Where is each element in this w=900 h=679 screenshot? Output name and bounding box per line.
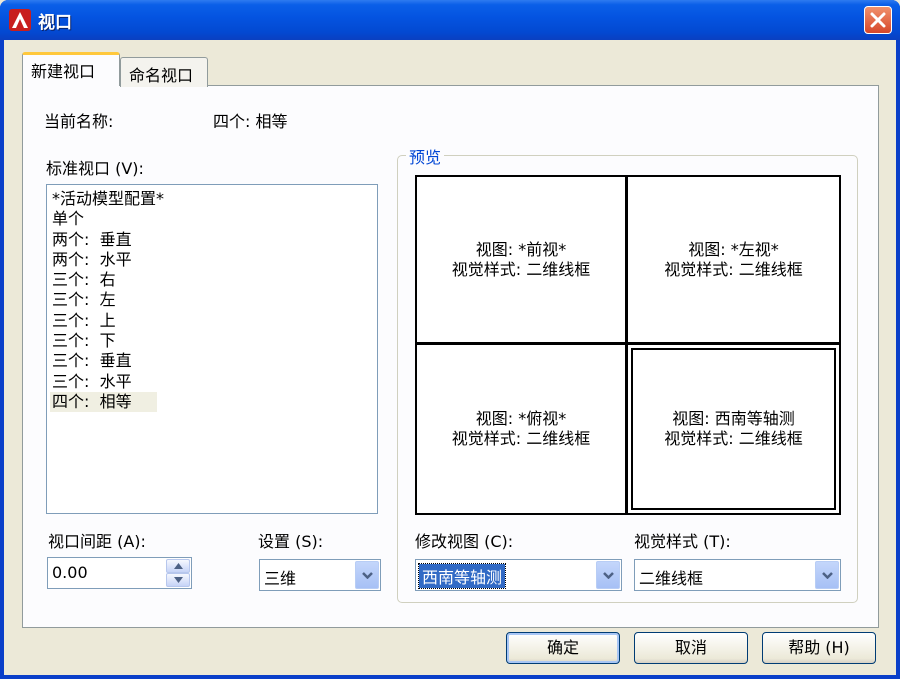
spacing-value: 0.00 — [52, 563, 88, 582]
preview-pane[interactable]: 视图: *前视* 视觉样式: 二维线框 — [417, 177, 625, 342]
preview-pane[interactable]: 视图: *俯视* 视觉样式: 二维线框 — [417, 345, 625, 513]
pane-style-label: 视觉样式: 二维线框 — [664, 429, 803, 448]
visual-style-value: 二维线框 — [639, 569, 704, 588]
setup-select[interactable]: 三维 — [259, 559, 381, 591]
chevron-down-icon — [822, 572, 833, 579]
tab-named-viewports[interactable]: 命名视口 — [120, 57, 208, 87]
visual-style-label: 视觉样式 (T): — [634, 532, 731, 551]
list-item[interactable]: 两个: 垂直 — [50, 230, 374, 250]
autocad-icon — [9, 9, 31, 31]
current-name-value: 四个: 相等 — [213, 112, 288, 131]
list-item-selected[interactable]: 四个: 相等 — [50, 391, 157, 413]
viewports-dialog: 视口 新建视口 命名视口 当前名称: 四个: 相等 标准视口 (V): *活动模… — [0, 0, 900, 679]
preview-pane-active[interactable]: 视图: 西南等轴测 视觉样式: 二维线框 — [628, 345, 839, 513]
list-item[interactable]: 三个: 上 — [50, 311, 374, 331]
standard-viewports-label: 标准视口 (V): — [46, 159, 144, 178]
preview-legend: 预览 — [406, 144, 445, 168]
list-item[interactable]: 三个: 下 — [50, 331, 374, 351]
preview-pane[interactable]: 视图: *左视* 视觉样式: 二维线框 — [628, 177, 839, 342]
pane-view-label: 视图: *左视* — [688, 239, 779, 259]
close-icon — [870, 12, 886, 28]
viewport-spacing-input[interactable]: 0.00 — [47, 557, 192, 589]
pane-style-label: 视觉样式: 二维线框 — [451, 259, 591, 279]
pane-view-label: 视图: 西南等轴测 — [672, 409, 795, 428]
list-item[interactable]: 两个: 水平 — [50, 250, 374, 270]
setup-label: 设置 (S): — [258, 532, 324, 551]
arrow-up-icon — [174, 563, 183, 569]
pane-view-label: 视图: *俯视* — [475, 409, 567, 428]
dropdown-button[interactable] — [815, 561, 839, 589]
spin-up-button[interactable] — [166, 559, 190, 573]
list-item[interactable]: 三个: 右 — [50, 270, 374, 290]
cancel-button[interactable]: 取消 — [634, 632, 748, 664]
standard-viewports-list[interactable]: *活动模型配置* 单个 两个: 垂直 两个: 水平 三个: 右 三个: 左 三个… — [46, 184, 378, 514]
change-view-label: 修改视图 (C): — [415, 532, 514, 551]
dialog-body: 新建视口 命名视口 当前名称: 四个: 相等 标准视口 (V): *活动模型配置… — [4, 40, 896, 675]
setup-value: 三维 — [264, 569, 297, 588]
current-name-label: 当前名称: — [44, 112, 114, 131]
pane-view-label: 视图: *前视* — [475, 239, 567, 259]
change-view-select[interactable]: 西南等轴测 — [415, 559, 622, 591]
list-item[interactable]: 单个 — [50, 209, 374, 229]
viewport-spacing-label: 视口间距 (A): — [48, 532, 146, 551]
list-item[interactable]: *活动模型配置* — [50, 189, 374, 209]
tab-new-viewports[interactable]: 新建视口 — [22, 52, 120, 86]
visual-style-select[interactable]: 二维线框 — [634, 559, 841, 591]
chevron-down-icon — [362, 572, 373, 579]
title-bar[interactable]: 视口 — [0, 0, 900, 40]
change-view-value: 西南等轴测 — [417, 563, 507, 589]
chevron-down-icon — [603, 572, 614, 579]
close-button[interactable] — [864, 6, 892, 34]
tab-label: 命名视口 — [129, 66, 194, 85]
pane-style-label: 视觉样式: 二维线框 — [451, 429, 591, 448]
spin-down-button[interactable] — [166, 573, 190, 587]
arrow-down-icon — [174, 577, 183, 583]
help-button[interactable]: 帮助 (H) — [762, 632, 876, 664]
tab-label: 新建视口 — [31, 62, 96, 81]
list-item[interactable]: 三个: 水平 — [50, 372, 374, 392]
pane-style-label: 视觉样式: 二维线框 — [664, 259, 803, 279]
list-item[interactable]: 三个: 左 — [50, 290, 374, 310]
ok-button[interactable]: 确定 — [506, 632, 620, 664]
window-title: 视口 — [38, 13, 72, 33]
dropdown-button[interactable] — [596, 561, 620, 589]
list-item[interactable]: 三个: 垂直 — [50, 351, 374, 371]
dropdown-button[interactable] — [355, 561, 379, 589]
preview-area: 视图: *前视* 视觉样式: 二维线框 视图: *左视* 视觉样式: 二维线框 … — [415, 175, 841, 515]
